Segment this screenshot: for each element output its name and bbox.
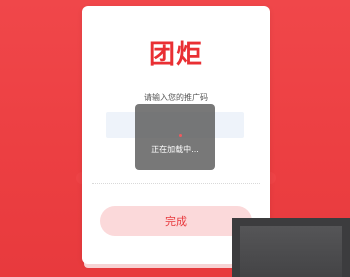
dotted-divider	[92, 183, 260, 184]
promo-code-prompt: 请输入您的推广码	[144, 93, 208, 102]
loading-spinner-icon	[179, 134, 182, 137]
corner-overlay	[232, 218, 350, 277]
loading-text: 正在加载中...	[151, 145, 199, 154]
loading-toast: 正在加载中...	[135, 104, 215, 170]
corner-overlay-inner	[240, 226, 342, 277]
done-button[interactable]: 完成	[100, 206, 252, 236]
brand-logo: 团炬	[148, 40, 203, 70]
